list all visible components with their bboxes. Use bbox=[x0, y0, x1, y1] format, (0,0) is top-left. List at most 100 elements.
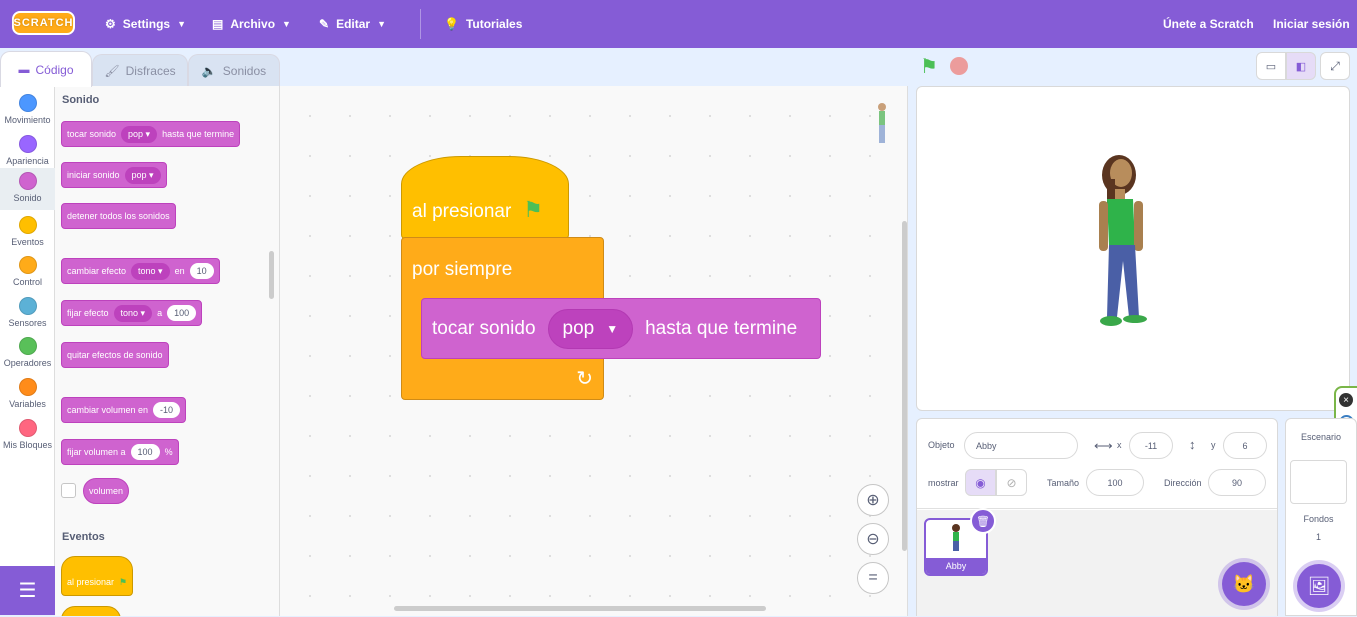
eye-off-icon: ⊘ bbox=[1006, 475, 1017, 490]
block-change-volume[interactable]: cambiar volumen en -10 bbox=[61, 397, 187, 423]
x-field[interactable]: -11 bbox=[1129, 432, 1173, 459]
zoom-reset-button[interactable]: = bbox=[857, 562, 889, 594]
scratch-logo[interactable]: SCRATCH bbox=[12, 11, 75, 35]
sprite-list: Abby 🗑 🐱 bbox=[917, 508, 1277, 616]
category-label: Eventos bbox=[11, 237, 44, 247]
loop-arrow-icon: ↻ bbox=[576, 368, 593, 390]
category-control[interactable]: Control bbox=[0, 252, 55, 292]
number-input[interactable]: 100 bbox=[130, 444, 160, 460]
delete-sprite-button[interactable]: 🗑 bbox=[970, 508, 996, 534]
block-start-sound[interactable]: iniciar sonido pop ▾ bbox=[61, 162, 167, 188]
green-flag-icon: ⚑ bbox=[523, 197, 544, 222]
palette-scrollbar[interactable] bbox=[269, 251, 274, 299]
file-menu[interactable]: ▤ Archivo ▼ bbox=[212, 0, 291, 48]
category-motion[interactable]: Movimiento bbox=[0, 90, 55, 130]
block-text: en bbox=[174, 266, 185, 276]
stage-title: Escenario bbox=[1300, 432, 1342, 442]
block-when-key-pressed[interactable] bbox=[61, 606, 121, 616]
category-operators[interactable]: Operadores bbox=[0, 333, 55, 373]
lightbulb-icon: 💡 bbox=[444, 17, 459, 31]
zoom-in-button[interactable]: ⊕ bbox=[857, 484, 889, 516]
y-label: y bbox=[1211, 440, 1216, 450]
number-input[interactable]: 100 bbox=[167, 305, 197, 321]
category-dot bbox=[18, 337, 37, 355]
hat-label: al presionar bbox=[412, 201, 512, 222]
block-set-volume[interactable]: fijar volumen a 100 % bbox=[61, 439, 179, 465]
block-text: % bbox=[164, 447, 173, 457]
edit-menu[interactable]: ✎ Editar ▼ bbox=[319, 0, 386, 48]
stop-button[interactable] bbox=[950, 57, 968, 75]
stage-selector[interactable]: Escenario Fondos 1 🖼 bbox=[1285, 418, 1357, 616]
forever-label: por siempre bbox=[412, 259, 513, 280]
horizontal-scrollbar[interactable] bbox=[394, 606, 766, 611]
block-text: tocar sonido bbox=[432, 317, 536, 339]
effect-dropdown[interactable]: tono ▾ bbox=[131, 262, 170, 280]
category-sound[interactable]: Sonido bbox=[0, 168, 55, 210]
category-events[interactable]: Eventos bbox=[0, 212, 55, 252]
horizontal-arrows-icon: ⟷ bbox=[1094, 438, 1113, 453]
large-stage-icon: ◧ bbox=[1295, 60, 1307, 73]
fullscreen-button[interactable]: ⤢ bbox=[1320, 52, 1350, 80]
stage[interactable] bbox=[916, 86, 1350, 411]
tutorials-button[interactable]: 💡 Tutoriales bbox=[444, 0, 522, 48]
number-input[interactable]: -10 bbox=[153, 402, 181, 418]
block-clear-sound-effects[interactable]: quitar efectos de sonido bbox=[61, 342, 169, 368]
edit-label: Editar bbox=[336, 17, 371, 31]
volume-monitor-checkbox[interactable] bbox=[61, 483, 76, 498]
backdrop-thumbnail[interactable] bbox=[1290, 460, 1347, 504]
join-scratch-link[interactable]: Únete a Scratch bbox=[1163, 0, 1254, 48]
size-field[interactable]: 100 bbox=[1086, 469, 1144, 496]
category-label: Sensores bbox=[8, 318, 47, 328]
chevron-down-icon: ▼ bbox=[377, 19, 386, 29]
block-text: volumen bbox=[89, 486, 124, 496]
menu-divider bbox=[420, 9, 421, 39]
when-flag-clicked-hat[interactable]: al presionar ⚑ bbox=[401, 156, 569, 239]
category-dot bbox=[18, 297, 37, 315]
category-variables[interactable]: Variables bbox=[0, 374, 55, 414]
show-sprite-button[interactable]: ◉ bbox=[965, 469, 996, 496]
small-stage-button[interactable]: ▭ bbox=[1256, 52, 1286, 80]
block-set-effect[interactable]: fijar efecto tono ▾ a 100 bbox=[61, 300, 203, 326]
y-field[interactable]: 6 bbox=[1223, 432, 1267, 459]
abby-sprite[interactable] bbox=[1085, 149, 1157, 335]
zoom-out-button[interactable]: ⊖ bbox=[857, 523, 889, 555]
block-text: a bbox=[157, 308, 163, 318]
number-input[interactable]: 10 bbox=[189, 263, 214, 279]
category-looks[interactable]: Apariencia bbox=[0, 131, 55, 171]
block-text: fijar efecto bbox=[67, 308, 109, 318]
sprite-thumbnail-name: Abby bbox=[926, 558, 986, 574]
category-my-blocks[interactable]: Mis Bloques bbox=[0, 415, 55, 455]
script-area[interactable]: al presionar ⚑ por siempre ↻ tocar sonid… bbox=[280, 86, 908, 616]
block-stop-all-sounds[interactable]: detener todos los sonidos bbox=[61, 203, 176, 229]
block-volume-reporter[interactable]: volumen bbox=[83, 478, 130, 504]
category-label: Control bbox=[12, 277, 42, 287]
choose-backdrop-button[interactable]: 🖼 bbox=[1297, 564, 1341, 608]
category-sensing[interactable]: Sensores bbox=[0, 293, 55, 333]
sound-dropdown[interactable]: pop ▾ bbox=[121, 125, 158, 143]
tab-code[interactable]: ▬ Código bbox=[0, 51, 92, 87]
normal-stage-button[interactable]: ◧ bbox=[1286, 52, 1316, 80]
vertical-scrollbar[interactable] bbox=[902, 221, 907, 551]
small-stage-icon: ▭ bbox=[1265, 60, 1277, 73]
sound-dropdown[interactable]: pop ▼ bbox=[547, 308, 634, 349]
direction-field[interactable]: 90 bbox=[1208, 469, 1266, 496]
sprite-name-field[interactable]: Abby bbox=[964, 432, 1078, 459]
add-extension-button[interactable]: ☰ bbox=[0, 566, 55, 615]
green-flag-button[interactable]: ⚑ bbox=[920, 54, 938, 79]
sign-in-link[interactable]: Iniciar sesión bbox=[1273, 0, 1350, 48]
block-change-effect[interactable]: cambiar efecto tono ▾ en 10 bbox=[61, 258, 220, 284]
cat-icon: 🐱 bbox=[1232, 573, 1256, 594]
vertical-arrows-icon: ↕ bbox=[1189, 437, 1196, 452]
tab-costumes[interactable]: 🖌 Disfraces bbox=[92, 54, 188, 86]
block-play-sound-until-done[interactable]: tocar sonido pop ▾ hasta que termine bbox=[61, 121, 241, 147]
block-when-flag-clicked[interactable]: al presionar ⚑ bbox=[61, 556, 134, 596]
choose-sprite-button[interactable]: 🐱 bbox=[1222, 562, 1266, 606]
close-icon[interactable]: × bbox=[1339, 393, 1353, 407]
sound-dropdown[interactable]: pop ▾ bbox=[124, 166, 161, 184]
play-sound-until-done-block[interactable]: tocar sonido pop ▼ hasta que termine bbox=[421, 298, 821, 359]
settings-menu[interactable]: ⚙ Settings ▼ bbox=[105, 0, 186, 48]
effect-dropdown[interactable]: tono ▾ bbox=[113, 304, 153, 322]
block-text: tocar sonido bbox=[67, 129, 117, 139]
tab-sounds[interactable]: 🔈 Sonidos bbox=[188, 54, 280, 86]
hide-sprite-button[interactable]: ⊘ bbox=[996, 469, 1027, 496]
